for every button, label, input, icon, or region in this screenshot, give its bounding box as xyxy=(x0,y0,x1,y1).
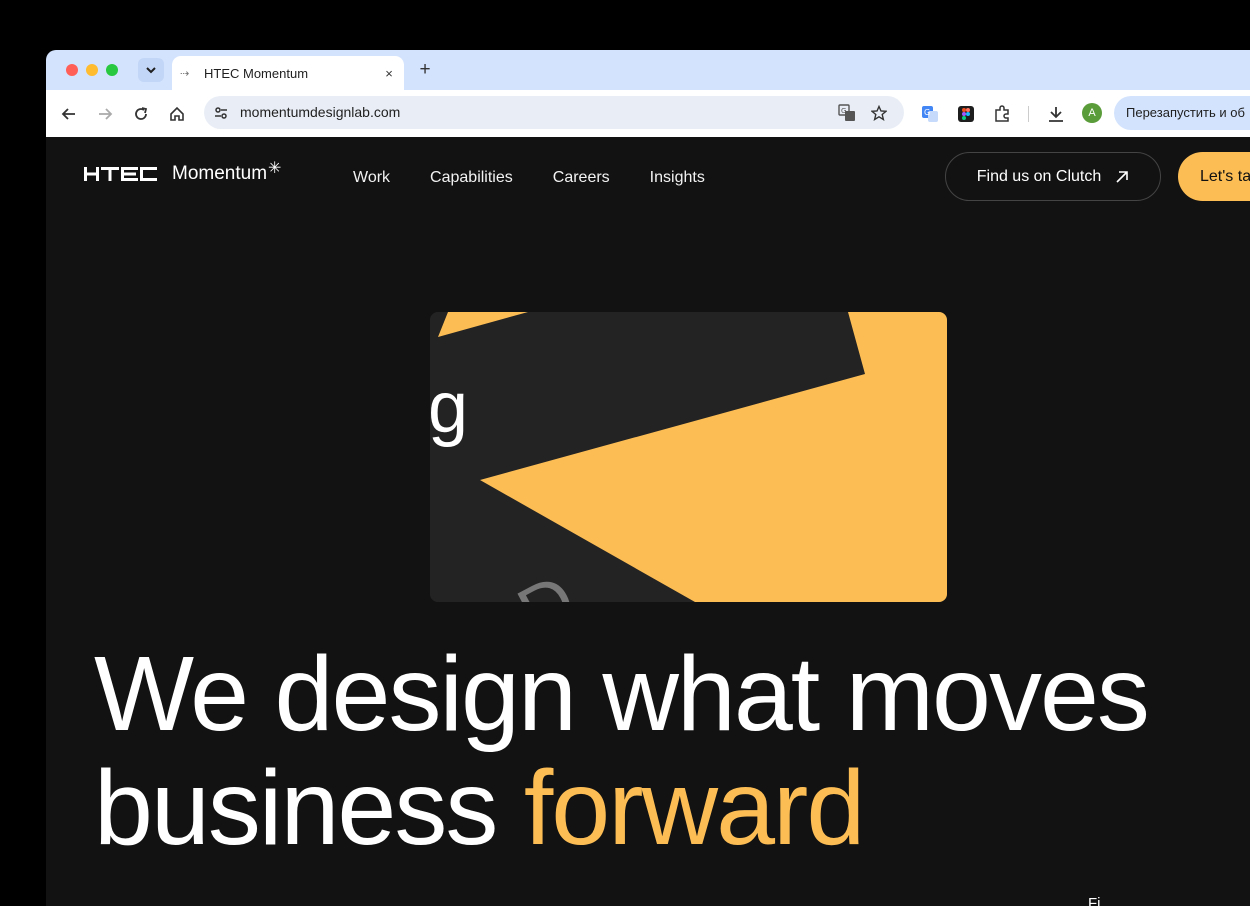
web-page: Momentum ✳ Work Capabilities Careers Ins… xyxy=(46,137,1250,906)
tab-search-button[interactable] xyxy=(138,58,164,82)
tab-strip: ⇢ HTEC Momentum × + xyxy=(46,50,1250,90)
new-tab-button[interactable]: + xyxy=(414,58,436,82)
tab-title: HTEC Momentum xyxy=(204,65,309,81)
maximize-window-button[interactable] xyxy=(106,64,118,76)
browser-toolbar: momentumdesignlab.com G G A Перезапустит… xyxy=(46,90,1250,137)
address-bar[interactable]: momentumdesignlab.com G xyxy=(204,96,904,129)
google-translate-icon: G xyxy=(922,106,938,122)
back-icon xyxy=(61,108,75,120)
close-window-button[interactable] xyxy=(66,64,78,76)
tab-htec-momentum[interactable]: ⇢ HTEC Momentum × xyxy=(172,56,404,90)
bookmark-button[interactable] xyxy=(868,102,890,124)
download-icon xyxy=(1049,107,1063,122)
lets-talk-button[interactable]: Let's ta xyxy=(1178,152,1250,201)
relaunch-button[interactable]: Перезапустить и об xyxy=(1114,96,1250,130)
clutch-label: Find us on Clutch xyxy=(976,167,1102,185)
figma-icon xyxy=(958,106,974,122)
profile-avatar[interactable]: A xyxy=(1082,103,1102,123)
headline-accent: forward xyxy=(523,749,865,867)
google-translate-extension[interactable]: G xyxy=(918,102,942,126)
headline-line-2: business xyxy=(94,749,524,867)
hero-card: g D xyxy=(430,312,947,602)
translate-button[interactable]: G xyxy=(836,102,858,124)
back-button[interactable] xyxy=(57,102,81,126)
nav-insights[interactable]: Insights xyxy=(650,169,705,187)
figma-extension[interactable] xyxy=(954,102,978,126)
site-logo[interactable]: Momentum ✳ xyxy=(84,161,281,187)
svg-text:G: G xyxy=(841,107,846,115)
home-button[interactable] xyxy=(165,102,189,126)
site-info-button[interactable] xyxy=(212,104,230,122)
svg-text:G: G xyxy=(924,108,930,117)
extensions-icon xyxy=(995,105,1009,122)
toolbar-separator xyxy=(1028,106,1029,122)
browser-window: ⇢ HTEC Momentum × + momentumdesignlab.co… xyxy=(46,50,1250,906)
headline-line-1: We design what moves xyxy=(94,635,1150,753)
hero-card-graphic: g D xyxy=(430,312,947,602)
tune-icon xyxy=(215,107,227,119)
arrow-up-right-icon xyxy=(1116,170,1129,183)
main-nav: Work Capabilities Careers Insights xyxy=(353,169,705,187)
chevron-down-icon xyxy=(146,67,156,74)
hero-letter-top: g xyxy=(430,368,468,448)
minimize-window-button[interactable] xyxy=(86,64,98,76)
url-text: momentumdesignlab.com xyxy=(240,104,401,120)
downloads-button[interactable] xyxy=(1044,102,1068,126)
find-us-on-clutch-button[interactable]: Find us on Clutch xyxy=(945,152,1161,201)
bottom-hint-text: Fi... xyxy=(1088,895,1113,906)
close-tab-button[interactable]: × xyxy=(378,66,400,81)
nav-capabilities[interactable]: Capabilities xyxy=(430,169,513,187)
favicon-icon: ⇢ xyxy=(180,67,190,80)
forward-button[interactable] xyxy=(93,102,117,126)
logo-star-icon: ✳ xyxy=(268,160,282,177)
star-icon xyxy=(871,105,887,121)
logo-name: Momentum xyxy=(172,163,268,184)
extensions-button[interactable] xyxy=(990,102,1014,126)
home-icon xyxy=(170,106,184,121)
hero-headline: We design what moves business forward xyxy=(94,637,1244,865)
nav-work[interactable]: Work xyxy=(353,169,390,187)
htec-wordmark xyxy=(84,167,157,181)
reload-button[interactable] xyxy=(129,102,153,126)
nav-careers[interactable]: Careers xyxy=(553,169,610,187)
translate-icon: G xyxy=(838,104,855,121)
forward-icon xyxy=(99,108,113,120)
reload-icon xyxy=(135,107,148,120)
